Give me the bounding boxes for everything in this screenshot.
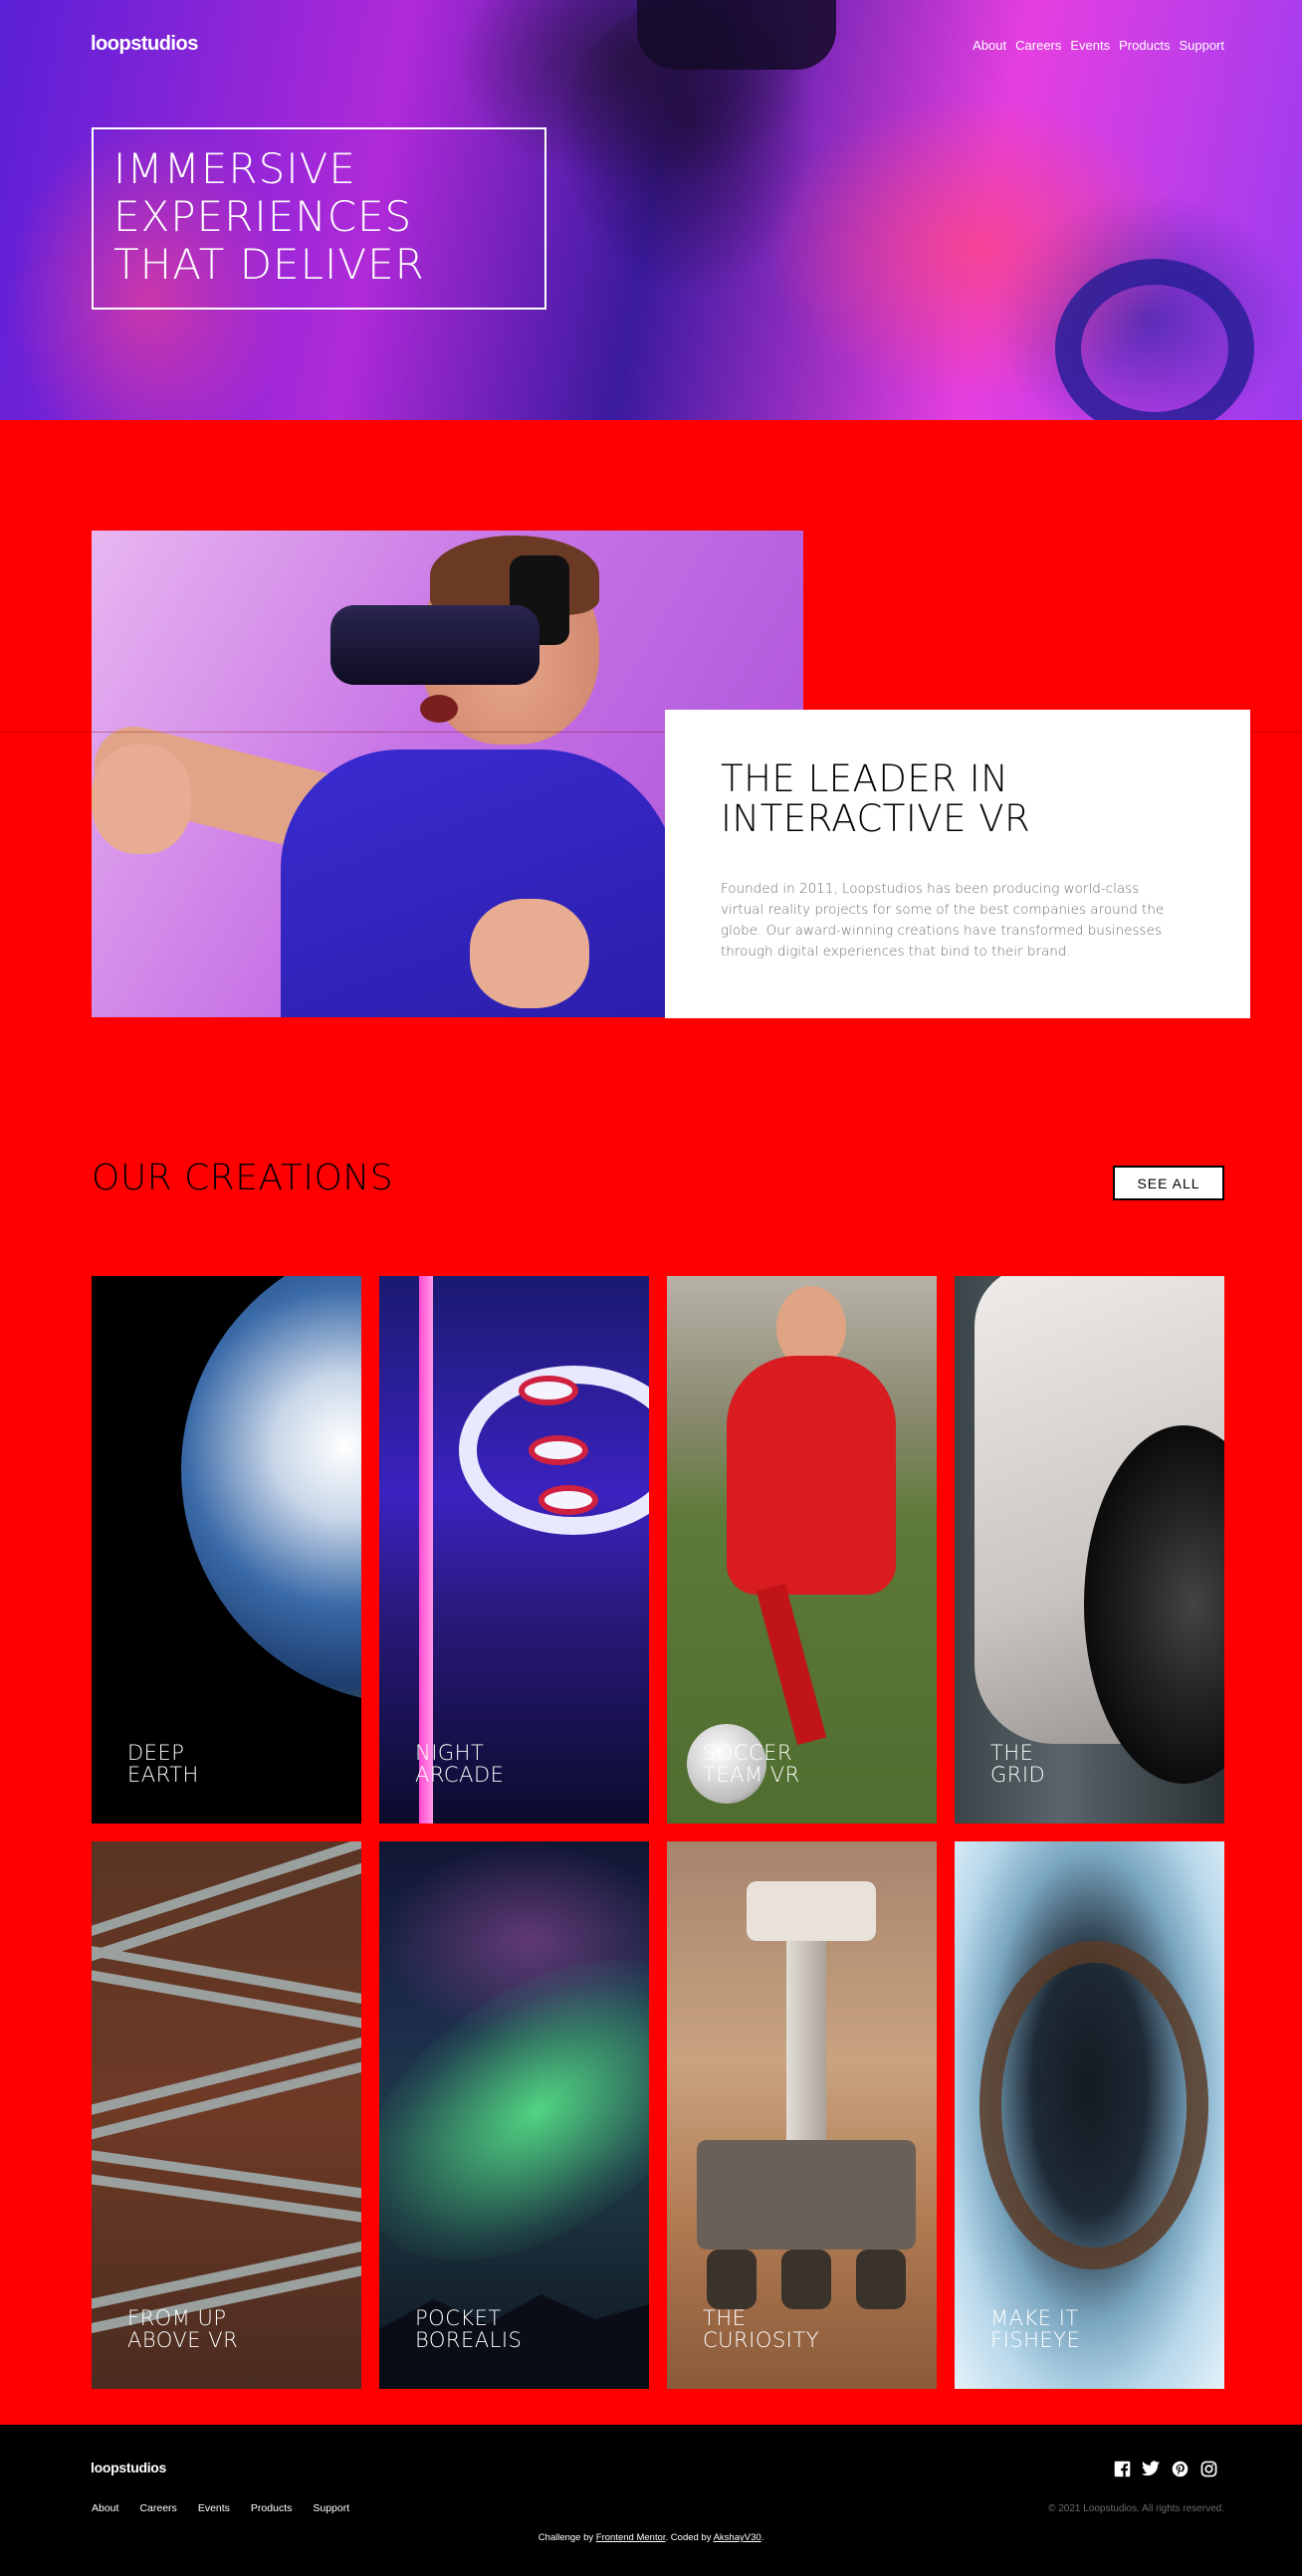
pinterest-icon[interactable] <box>1171 2460 1189 2477</box>
man-hand <box>470 899 589 1008</box>
arcade-disc <box>529 1435 588 1465</box>
footer-link-products[interactable]: Products <box>251 2502 292 2514</box>
card-label-line: BOREALIS <box>415 2328 523 2352</box>
card-label-line: TEAM VR <box>703 1763 800 1787</box>
card-label: MAKE IT FISHEYE <box>990 2307 1080 2351</box>
attribution: Challenge by Frontend Mentor. Coded by A… <box>0 2532 1302 2543</box>
card-label: NIGHT ARCADE <box>415 1742 504 1786</box>
footer-link-careers[interactable]: Careers <box>139 2502 176 2514</box>
rover-camera-head <box>747 1881 876 1941</box>
footer-link-support[interactable]: Support <box>313 2502 349 2514</box>
footer-link-events[interactable]: Events <box>198 2502 230 2514</box>
hero-title: IMMERSIVE EXPERIENCES THAT DELIVER <box>113 145 525 289</box>
card-label: THE GRID <box>990 1742 1045 1786</box>
leader-card: THE LEADER IN INTERACTIVE VR Founded in … <box>665 710 1250 1018</box>
card-label-line: FROM UP <box>127 2306 227 2330</box>
vr-headset <box>330 605 540 685</box>
credits-suffix: . <box>760 2532 764 2543</box>
rover-wheel <box>781 2250 831 2309</box>
man-mouth <box>420 695 458 723</box>
leader-title-line: THE LEADER IN <box>721 757 1009 800</box>
hero-title-box: IMMERSIVE EXPERIENCES THAT DELIVER <box>92 127 546 310</box>
main-nav: About Careers Events Products Support <box>973 38 1224 53</box>
arcade-disc <box>519 1376 578 1405</box>
card-label-line: EARTH <box>127 1763 199 1787</box>
winding-road <box>92 2142 361 2232</box>
card-label-line: POCKET <box>415 2306 502 2330</box>
card-label: FROM UP ABOVE VR <box>127 2307 238 2351</box>
rover-wheel <box>856 2250 906 2309</box>
card-label: SOCCER TEAM VR <box>703 1742 800 1786</box>
card-label-line: FISHEYE <box>990 2328 1081 2352</box>
nav-link-products[interactable]: Products <box>1119 38 1170 53</box>
creation-card-the-curiosity[interactable]: THE CURIOSITY <box>667 1841 937 2389</box>
nav-link-events[interactable]: Events <box>1070 38 1110 53</box>
credits-mid: . Coded by <box>665 2532 712 2543</box>
leader-title-line: INTERACTIVE VR <box>721 797 1031 840</box>
rover-wheel <box>707 2250 757 2309</box>
hero-image-vr-headset <box>637 0 836 70</box>
card-label: POCKET BOREALIS <box>415 2307 522 2351</box>
footer-nav: About Careers Events Products Support <box>92 2502 349 2514</box>
earth-image <box>181 1276 361 1704</box>
creations-title: OUR CREATIONS <box>92 1158 394 1198</box>
nav-link-about[interactable]: About <box>973 38 1006 53</box>
soccer-player-leg <box>756 1583 827 1746</box>
winding-road <box>92 1936 361 2039</box>
credits-prefix: Challenge by <box>538 2532 594 2543</box>
creation-card-from-up-above-vr[interactable]: FROM UP ABOVE VR <box>92 1841 361 2389</box>
see-all-button[interactable]: SEE ALL <box>1113 1166 1224 1200</box>
card-label-line: ARCADE <box>415 1763 505 1787</box>
social-links <box>1113 2460 1217 2477</box>
copyright-text: © 2021 Loopstudios. All rights reserved. <box>1048 2503 1224 2514</box>
leader-title: THE LEADER IN INTERACTIVE VR <box>721 759 1194 839</box>
hero-image-steering-wheel <box>1055 259 1254 420</box>
nav-link-support[interactable]: Support <box>1179 38 1224 53</box>
hero-section: loopstudios About Careers Events Product… <box>0 0 1302 420</box>
frontend-mentor-link[interactable]: Frontend Mentor <box>596 2532 666 2543</box>
author-link[interactable]: AkshayV30 <box>714 2532 761 2543</box>
card-label-line: DEEP <box>127 1741 185 1765</box>
card-label-line: NIGHT <box>415 1741 485 1765</box>
twitter-icon[interactable] <box>1142 2460 1160 2477</box>
card-label-line: GRID <box>990 1763 1046 1787</box>
instagram-icon[interactable] <box>1199 2460 1217 2477</box>
creation-card-the-grid[interactable]: THE GRID <box>955 1276 1224 1824</box>
hero-title-line: THAT DELIVER <box>113 240 425 289</box>
card-label-line: SOCCER <box>703 1741 793 1765</box>
card-label: DEEP EARTH <box>127 1742 199 1786</box>
card-label-line: CURIOSITY <box>703 2328 820 2352</box>
creation-card-make-it-fisheye[interactable]: MAKE IT FISHEYE <box>955 1841 1224 2389</box>
card-label-line: MAKE IT <box>990 2306 1079 2330</box>
arcade-disc <box>539 1485 598 1515</box>
creation-card-night-arcade[interactable]: NIGHT ARCADE <box>379 1276 649 1824</box>
card-label-line: ABOVE VR <box>127 2328 239 2352</box>
creation-card-deep-earth[interactable]: DEEP EARTH <box>92 1276 361 1824</box>
fisheye-ring <box>979 1941 1208 2269</box>
winding-road <box>92 2023 361 2152</box>
hero-title-line: EXPERIENCES <box>113 192 413 241</box>
card-label: THE CURIOSITY <box>703 2307 819 2351</box>
hero-title-line: IMMERSIVE <box>113 144 356 193</box>
man-hand <box>92 745 191 854</box>
creation-card-soccer-team-vr[interactable]: SOCCER TEAM VR <box>667 1276 937 1824</box>
footer: loopstudios About Careers Events Product… <box>0 2425 1302 2576</box>
creation-card-pocket-borealis[interactable]: POCKET BOREALIS <box>379 1841 649 2389</box>
facebook-icon[interactable] <box>1113 2460 1131 2477</box>
rover-body <box>697 2140 916 2250</box>
footer-link-about[interactable]: About <box>92 2502 118 2514</box>
soccer-player <box>727 1356 896 1595</box>
logo[interactable]: loopstudios <box>91 33 198 56</box>
footer-logo[interactable]: loopstudios <box>91 2460 166 2475</box>
card-label-line: THE <box>990 1741 1034 1765</box>
nav-link-careers[interactable]: Careers <box>1015 38 1061 53</box>
leader-text: Founded in 2011, Loopstudios has been pr… <box>721 881 1165 960</box>
card-label-line: THE <box>703 2306 747 2330</box>
